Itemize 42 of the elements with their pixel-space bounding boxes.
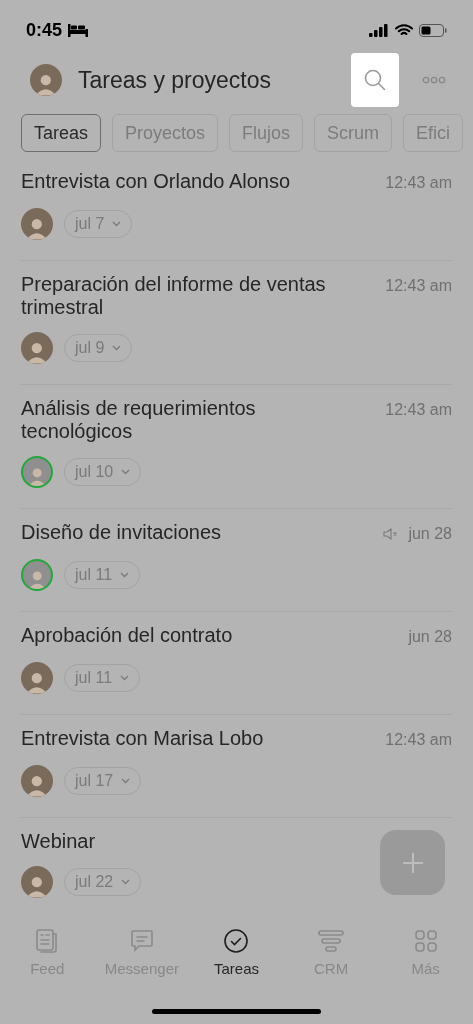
task-title[interactable]: Entrevista con Orlando Alonso	[21, 170, 291, 193]
battery-icon	[419, 23, 447, 37]
tab[interactable]: Flujos	[229, 114, 304, 152]
chevron-down-icon	[121, 778, 131, 784]
tab[interactable]: Scrum	[314, 114, 393, 152]
task-time: 12:43 am	[385, 276, 452, 296]
task-title[interactable]: Webinar	[21, 830, 96, 853]
bed-icon	[68, 23, 89, 37]
task-title[interactable]: Aprobación del contrato	[21, 624, 233, 647]
chevron-down-icon	[121, 469, 131, 475]
funnel-icon	[318, 928, 345, 954]
task-time: jun 28	[408, 524, 452, 544]
nav-tab[interactable]: Tareas	[189, 928, 284, 981]
avatar	[30, 64, 62, 96]
wifi-icon	[395, 23, 413, 37]
chat-icon	[128, 928, 155, 954]
tab[interactable]: Proyectos	[112, 114, 219, 152]
chevron-down-icon	[120, 675, 130, 681]
chevron-down-icon	[121, 879, 131, 885]
task-title[interactable]: Diseño de invitaciones	[21, 521, 222, 544]
search-button[interactable]	[351, 53, 399, 107]
tab[interactable]: Efici	[403, 114, 464, 152]
search-icon	[364, 69, 386, 91]
status-time: 0:45	[26, 18, 63, 42]
chevron-down-icon	[120, 572, 130, 578]
task-title[interactable]: Preparación del informe de ventas trimestral	[21, 273, 361, 319]
add-button[interactable]	[380, 830, 445, 895]
check-circle-icon	[223, 928, 250, 954]
page-title: Tareas y proyectos	[78, 65, 273, 95]
plus-icon	[401, 851, 424, 874]
chevron-down-icon	[112, 221, 122, 227]
task-time: 12:43 am	[385, 173, 452, 193]
chevron-down-icon	[112, 345, 122, 351]
task-title[interactable]: Entrevista con Marisa Lobo	[21, 727, 264, 750]
task-time: jun 28	[408, 627, 452, 647]
task-time: 12:43 am	[385, 730, 452, 750]
tab[interactable]: Tareas	[21, 114, 102, 152]
task-title[interactable]: Análisis de requerimientos tecnológicos	[21, 397, 361, 443]
signal-icon	[369, 23, 389, 37]
more-dots-icon	[422, 76, 446, 84]
task-time: 12:43 am	[385, 400, 452, 420]
grid-icon	[412, 928, 439, 954]
